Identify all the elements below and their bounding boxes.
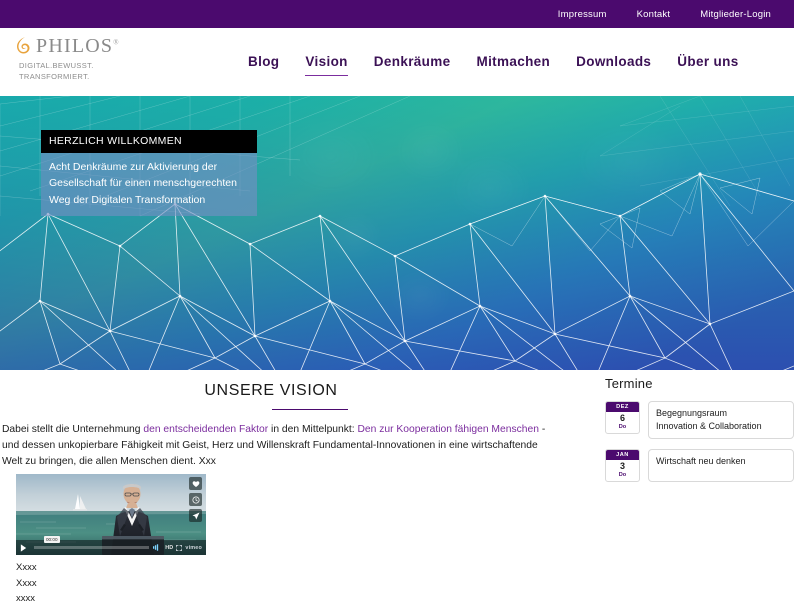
clock-icon[interactable]	[189, 493, 202, 506]
title-divider	[272, 409, 348, 410]
event-date-badge: JAN 3 Do	[605, 448, 640, 482]
event-card[interactable]: Wirtschaft neu denken	[648, 448, 794, 482]
video-progress-bar[interactable]: 00:00	[34, 536, 150, 549]
volume-icon[interactable]	[153, 544, 162, 551]
logo-tagline-line2: TRANSFORMIERT.	[19, 71, 90, 81]
page-title: UNSERE VISION	[204, 382, 338, 399]
event-title-line2: Innovation & Collaboration	[656, 420, 762, 431]
below-video-line-1: Xxxx	[16, 562, 37, 573]
nav-item-ueber-uns[interactable]: Über uns	[677, 54, 738, 76]
hero-banner: HERZLICH WILLKOMMEN Acht Denkräume zur A…	[0, 96, 794, 370]
event-weekday: Do	[618, 424, 627, 431]
logo-tagline-line1: DIGITAL.BEWUSST.	[19, 61, 94, 70]
logo-wordmark-text: PHILOS	[36, 35, 114, 57]
vision-text-seg2: in den Mittelpunkt:	[268, 424, 358, 435]
event-day: 6	[619, 413, 625, 423]
utility-links: Impressum Kontakt Mitglieder-Login	[558, 9, 794, 20]
video-quality-label[interactable]: HD	[165, 545, 173, 551]
vision-paragraph: Dabei stellt die Unternehmung den entsch…	[0, 422, 580, 470]
termine-sidebar: Termine DEZ 6 Do Begegnungsraum Innovati…	[600, 370, 794, 482]
video-brand-label[interactable]: vimeo	[185, 545, 202, 551]
nav-item-denkraeume[interactable]: Denkräume	[374, 54, 451, 76]
below-video-line-3: xxxx	[16, 593, 35, 605]
event-title-line1: Begegnungsraum	[656, 408, 728, 418]
share-icon[interactable]	[189, 509, 202, 522]
site-header: PHILOS® DIGITAL.BEWUSST. TRANSFORMIERT. …	[0, 28, 794, 96]
event-item: JAN 3 Do Wirtschaft neu denken	[600, 448, 794, 482]
logo-wordmark: PHILOS®	[36, 36, 120, 56]
flame-swirl-icon	[17, 37, 30, 54]
video-control-bar: 00:00 HD vimeo	[16, 536, 206, 555]
event-title-line1: Wirtschaft neu denken	[656, 455, 746, 466]
vision-link-faktor[interactable]: den entscheidenden Faktor	[143, 424, 268, 435]
vision-link-menschen[interactable]: Den zur Kooperation fähigen Menschen	[357, 424, 538, 435]
event-item: DEZ 6 Do Begegnungsraum Innovation & Col…	[600, 401, 794, 439]
page-root: Impressum Kontakt Mitglieder-Login PHILO…	[0, 0, 794, 604]
vision-column: UNSERE VISION Dabei stellt die Unternehm…	[0, 370, 580, 604]
event-date-badge: DEZ 6 Do	[605, 401, 640, 435]
below-video-line-2: Xxxx	[16, 577, 37, 589]
event-month: DEZ	[606, 402, 639, 412]
nav-item-downloads[interactable]: Downloads	[576, 54, 651, 76]
utility-link-kontakt[interactable]: Kontakt	[637, 9, 671, 20]
video-overlay-actions	[189, 477, 202, 522]
primary-navigation: Blog Vision Denkräume Mitmachen Download…	[248, 54, 739, 76]
termine-heading: Termine	[605, 376, 653, 391]
fullscreen-icon[interactable]	[176, 544, 183, 551]
hero-card-heading: HERZLICH WILLKOMMEN	[41, 130, 257, 153]
nav-item-blog[interactable]: Blog	[248, 54, 279, 76]
main-content: UNSERE VISION Dabei stellt die Unternehm…	[0, 370, 794, 604]
event-card[interactable]: Begegnungsraum Innovation & Collaboratio…	[648, 401, 794, 439]
heart-icon[interactable]	[189, 477, 202, 490]
video-player[interactable]: 00:00 HD vimeo	[16, 474, 206, 555]
play-icon[interactable]	[16, 540, 30, 555]
utility-link-mitglieder-login[interactable]: Mitglieder-Login	[700, 9, 771, 20]
hero-card-body: Acht Denkräume zur Aktivierung der Gesel…	[41, 153, 257, 216]
logo-tagline: DIGITAL.BEWUSST. TRANSFORMIERT.	[19, 61, 204, 83]
hero-welcome-card: HERZLICH WILLKOMMEN Acht Denkräume zur A…	[41, 130, 257, 216]
site-logo[interactable]: PHILOS® DIGITAL.BEWUSST. TRANSFORMIERT.	[14, 36, 204, 83]
video-meta: HD vimeo	[153, 544, 206, 551]
vision-text-seg1: Dabei stellt die Unternehmung	[2, 424, 144, 435]
nav-item-mitmachen[interactable]: Mitmachen	[476, 54, 550, 76]
logo-top-row: PHILOS®	[14, 36, 204, 56]
registered-mark: ®	[113, 38, 120, 47]
event-month: JAN	[606, 449, 639, 460]
event-weekday: Do	[618, 471, 627, 478]
below-video-text: Xxxx Xxxx xxxx	[16, 560, 37, 607]
utility-bar: Impressum Kontakt Mitglieder-Login	[0, 0, 794, 28]
video-time-tooltip: 00:00	[44, 536, 60, 543]
nav-item-vision[interactable]: Vision	[305, 54, 349, 76]
utility-link-impressum[interactable]: Impressum	[558, 9, 607, 20]
event-day: 3	[619, 460, 625, 471]
